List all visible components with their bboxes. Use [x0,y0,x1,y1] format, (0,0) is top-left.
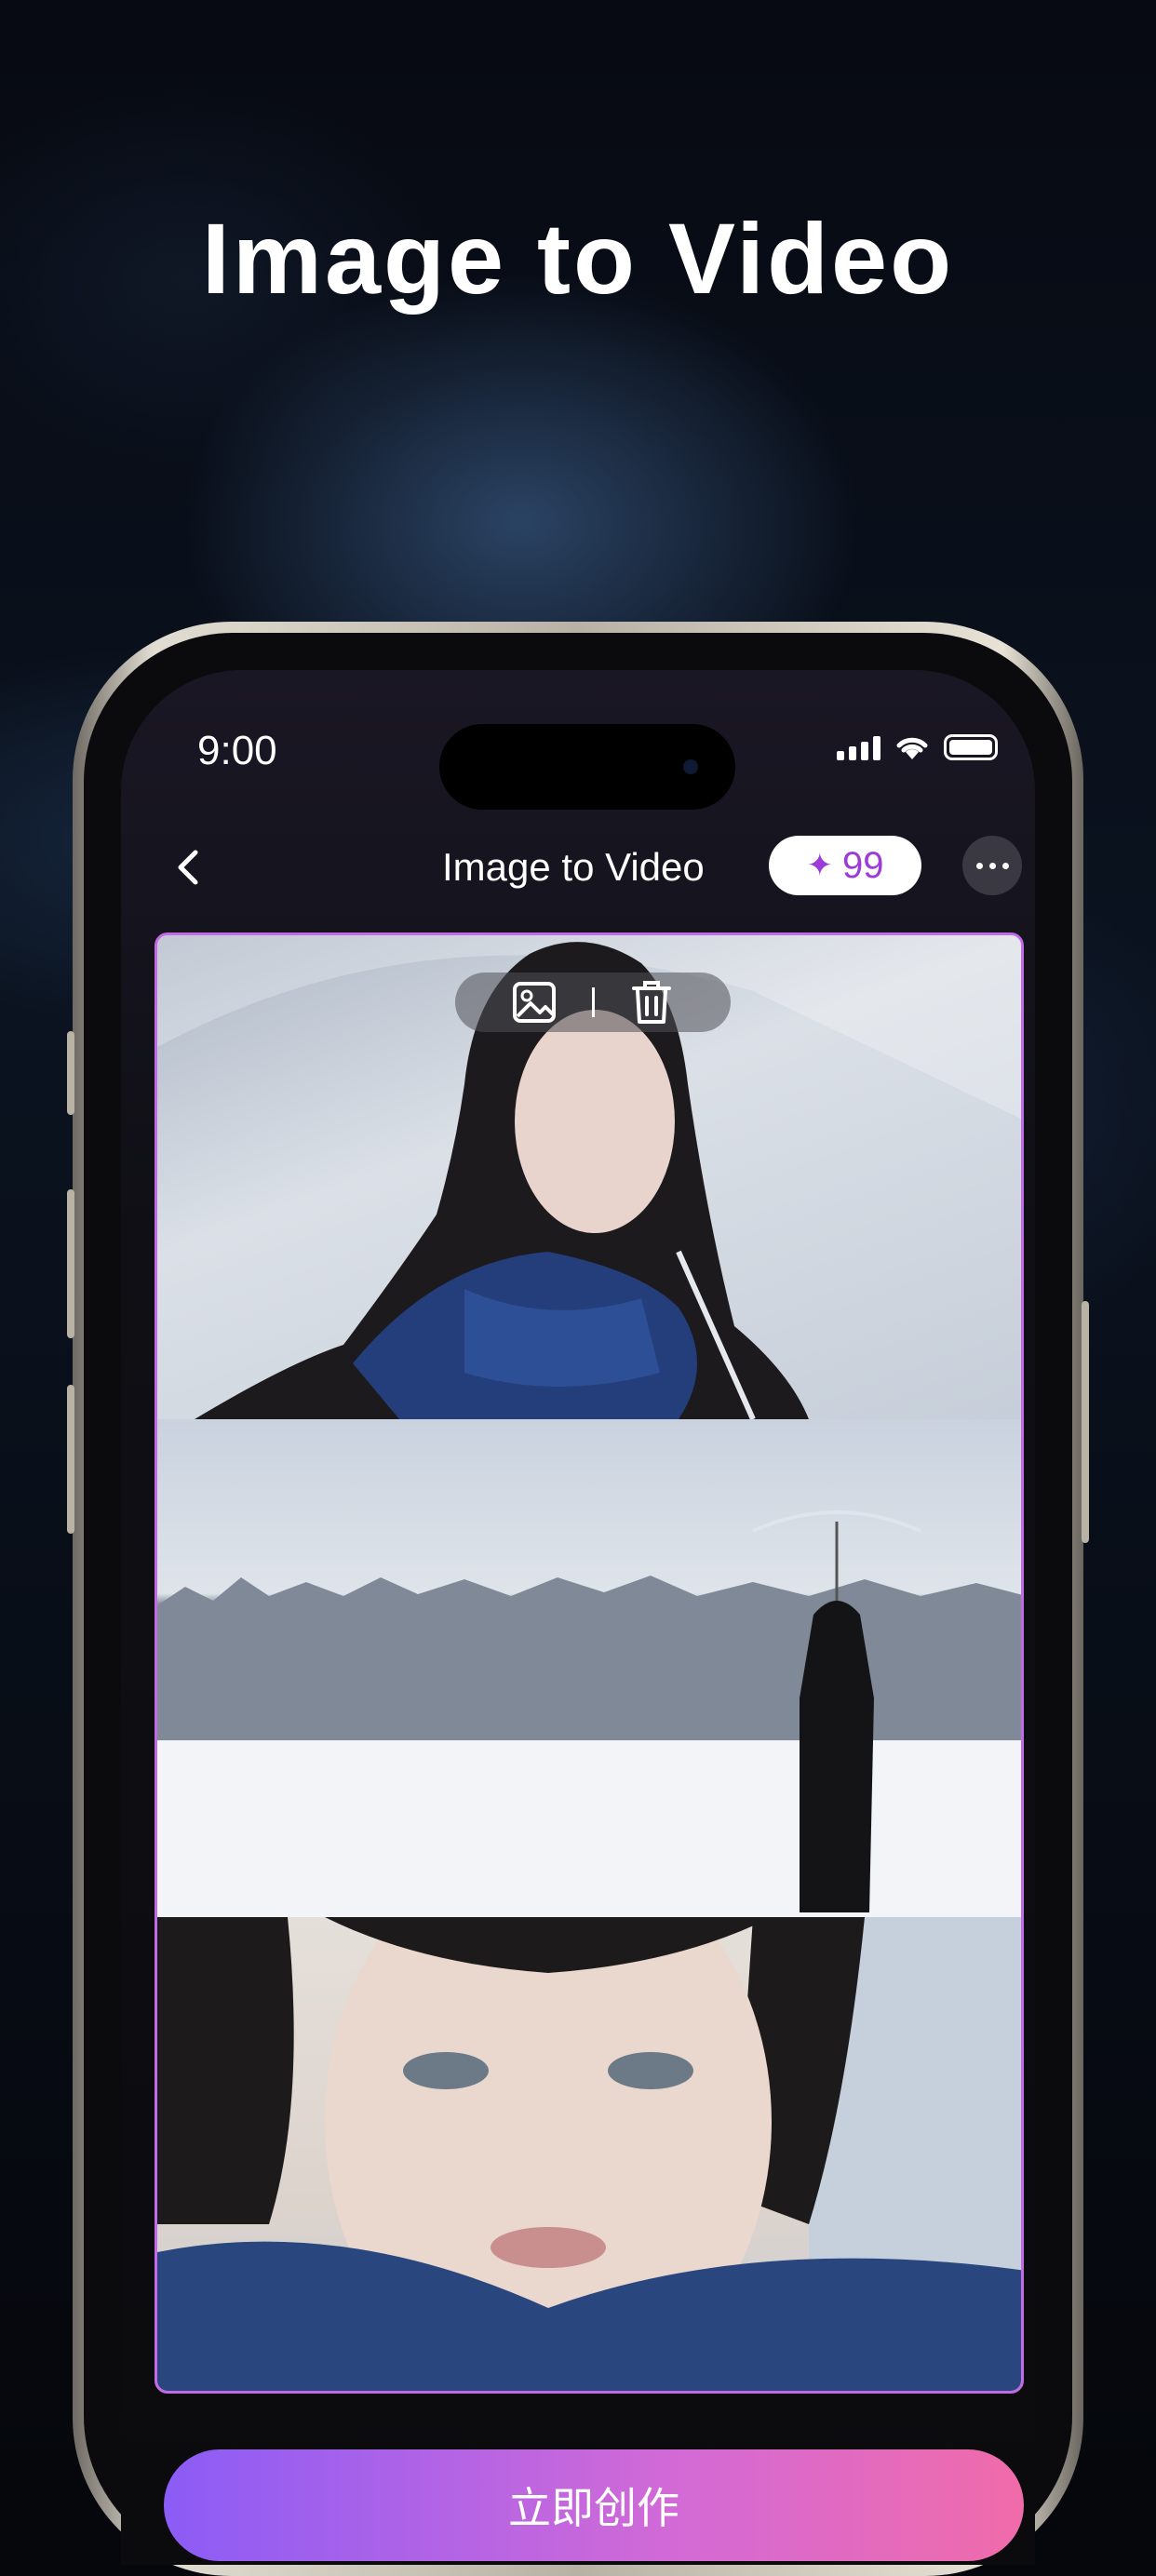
image-woman-closeup-snow [157,1917,1021,2391]
dynamic-island [439,724,735,810]
more-options-button[interactable] [962,836,1022,895]
nav-bar: Image to Video ✦ 99 [121,828,1035,903]
promo-title: Image to Video [201,202,955,315]
credits-count: 99 [842,844,884,886]
image-toolbar [455,973,731,1032]
wifi-icon [896,737,928,759]
trash-icon[interactable] [626,977,677,1027]
status-time: 9:00 [197,728,277,773]
sparkle-icon: ✦ [806,848,834,883]
battery-icon [944,734,998,760]
phone-frame: 9:00 Image to Video ✦ 99 立即创作 [67,622,1089,2576]
app-screen: 9:00 Image to Video ✦ 99 立即创作 [121,670,1035,2565]
create-now-button[interactable]: 立即创作 [164,2449,1024,2561]
replace-image-icon[interactable] [510,977,560,1027]
nav-title: Image to Video [442,845,705,889]
credits-badge[interactable]: ✦ 99 [769,836,921,895]
status-icons [837,733,998,761]
image-woman-snow-field [157,1419,1021,1917]
cellular-signal-icon [837,734,880,760]
back-icon[interactable] [164,841,216,893]
image-preview[interactable] [155,932,1024,2394]
